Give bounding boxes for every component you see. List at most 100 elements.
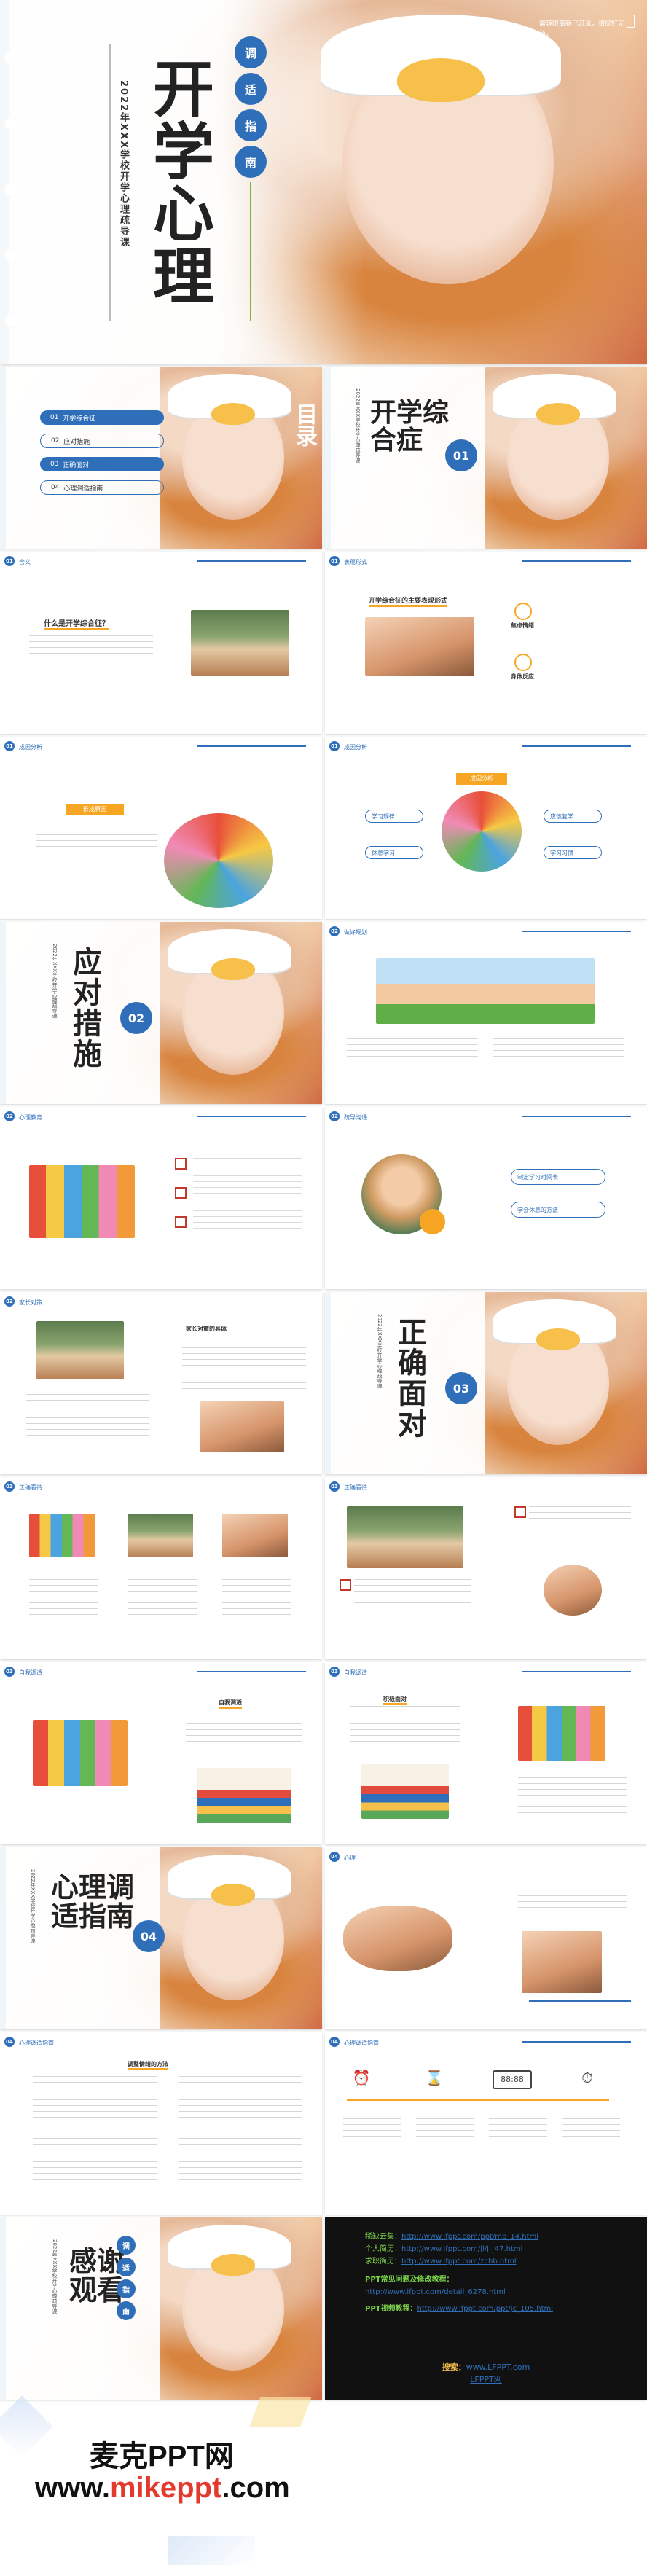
body-text bbox=[350, 1706, 460, 1742]
resource-line[interactable]: 个人简历：http://www.ifppt.com/jl/jl_47.html bbox=[365, 2243, 553, 2255]
hourglass-icon: ⌛ bbox=[425, 2069, 444, 2086]
content-slide-mind: 02 心理教育 bbox=[0, 1107, 322, 1289]
slide-index: 03 bbox=[4, 1667, 15, 1677]
toc-num: 03 bbox=[50, 461, 59, 468]
kids-circle-photo bbox=[442, 791, 522, 872]
accent-bar bbox=[347, 2099, 609, 2101]
toc-item[interactable]: 01 开学综合征 bbox=[40, 410, 164, 425]
header-line bbox=[197, 745, 306, 747]
content-slide-guide2: 04 心理调适指南 ⏰ ⌛ 88:88 ⏱ bbox=[325, 2032, 647, 2215]
cheering-kids-photo bbox=[29, 1165, 135, 1238]
toc-item[interactable]: 03 正确面对 bbox=[40, 457, 164, 471]
bird-beak bbox=[211, 2254, 255, 2276]
body-text bbox=[33, 2138, 157, 2182]
video-line[interactable]: PPT视频教程：http://www.ifppt.com/ppt/jc_105.… bbox=[365, 2303, 553, 2315]
header-line bbox=[522, 560, 631, 562]
slide-header: 成因分析 bbox=[19, 744, 42, 751]
section2-slide: 2022年XXX学校开学心理疏导课 应对措施 02 bbox=[0, 922, 322, 1104]
section-title: 心理调适指南 bbox=[51, 1871, 135, 1933]
tutorial-link[interactable]: http://www.ifppt.com/detail_6278.html bbox=[365, 2286, 553, 2298]
guide-box: 调整情绪的方法 bbox=[128, 2060, 168, 2070]
toc-item[interactable]: 02 应对措施 bbox=[40, 434, 164, 448]
list-head: 家长对策的具体 bbox=[186, 1326, 227, 1332]
search-block: 搜索：www.LFPPT.com LFPPT网 bbox=[325, 2362, 647, 2386]
slide-header: 做好规划 bbox=[344, 929, 367, 936]
checkbox-icon bbox=[514, 1506, 526, 1518]
body-text bbox=[493, 1038, 624, 1068]
bird-beak bbox=[211, 1884, 255, 1906]
section-title: 开学综合症 bbox=[370, 397, 450, 455]
slide-index: 01 bbox=[4, 556, 15, 566]
cover-bird-beak bbox=[397, 58, 485, 102]
cover-tag-dots: 调 适 指 南 bbox=[235, 36, 267, 178]
section-number: 02 bbox=[120, 1002, 152, 1034]
cover-title: 开学心理 bbox=[153, 53, 215, 313]
slide-index: 02 bbox=[4, 1296, 15, 1307]
content-slide-fit1: 03 自我调适 自我调适 bbox=[0, 1662, 322, 1844]
slide-header: 心理调适指南 bbox=[19, 2040, 54, 2046]
footer-site-url[interactable]: www.mikeppt.com bbox=[35, 2472, 290, 2505]
site-prefix: www. bbox=[35, 2472, 110, 2504]
content-slide-reason2: 01 成因分析 成因分析 学习规律 休息学习 应该复学 学习习惯 bbox=[325, 737, 647, 919]
content-slide-talk: 02 疏导沟通 制定学习时间表 学会休息的方法 bbox=[325, 1107, 647, 1289]
toc-num: 01 bbox=[50, 414, 59, 421]
content-slide-fit2: 03 自我调适 积极面对 bbox=[325, 1662, 647, 1844]
kids-photo bbox=[518, 1706, 605, 1761]
smiling-girl-photo bbox=[522, 1931, 602, 1993]
toc-num: 04 bbox=[51, 484, 60, 491]
bird-beak bbox=[211, 958, 255, 980]
slide-index: 01 bbox=[329, 556, 340, 566]
study-photo bbox=[222, 1514, 288, 1557]
footer-decor-right bbox=[249, 2397, 312, 2427]
body-text bbox=[529, 1506, 631, 1535]
slide-header: 表现形式 bbox=[344, 559, 367, 565]
slide-header: 心理 bbox=[344, 1855, 356, 1861]
smile-icon bbox=[514, 654, 532, 671]
body-text bbox=[33, 2076, 157, 2120]
classroom-hands-photo bbox=[347, 1506, 463, 1568]
boy-books-photo bbox=[197, 1768, 291, 1823]
body-text bbox=[347, 1038, 478, 1068]
footer-decor-bottom bbox=[168, 2536, 255, 2565]
content-slide-face: 03 正确看待 bbox=[0, 1477, 322, 1659]
kids-lawn-photo bbox=[376, 958, 595, 1024]
orange-dot bbox=[420, 1209, 445, 1234]
site-accent: mikeppt bbox=[109, 2472, 222, 2504]
header-line bbox=[522, 1671, 631, 1672]
resource-line[interactable]: 稀缺云集：http://www.ifppt.com/ppt/mb_14.html bbox=[365, 2231, 553, 2243]
reason-chip: 学习习惯 bbox=[544, 846, 602, 859]
brand-link[interactable]: LFPPT网 bbox=[325, 2374, 647, 2387]
cover-quote: 需转眼离新已开采，请提好先道。 bbox=[539, 20, 625, 39]
alarm-clock-icon: ⏰ bbox=[352, 2069, 371, 2086]
cover-divider bbox=[109, 44, 111, 321]
resource-line[interactable]: 求职简历：http://www.ifppt.com/zchb.html bbox=[365, 2255, 553, 2268]
checkbox-icon bbox=[340, 1579, 351, 1591]
talk-chip: 制定学习时间表 bbox=[511, 1169, 605, 1185]
body-text bbox=[36, 823, 157, 852]
content-slide-what: 01 含义 什么是开学综合征？ bbox=[0, 552, 322, 734]
section-number: 01 bbox=[445, 439, 477, 471]
slide-header: 自我调适 bbox=[19, 1669, 42, 1676]
body-text bbox=[26, 1394, 149, 1438]
header-line bbox=[197, 1116, 306, 1117]
kids-photo bbox=[29, 1514, 95, 1557]
search-link[interactable]: www.LFPPT.com bbox=[466, 2362, 530, 2372]
section-subtitle: 2022年XXX学校开学心理疏导课 bbox=[355, 388, 361, 463]
battery-icon bbox=[627, 15, 635, 28]
body-text bbox=[128, 1579, 197, 1616]
slide-index: 03 bbox=[329, 1667, 340, 1677]
body-text bbox=[179, 2076, 302, 2120]
resources-panel: 稀缺云集：http://www.ifppt.com/ppt/mb_14.html… bbox=[325, 2217, 647, 2400]
content-slide-reason1: 01 成因分析 形成原因 bbox=[0, 737, 322, 919]
body-text bbox=[343, 2113, 401, 2153]
slide-header: 疏导沟通 bbox=[344, 1114, 367, 1121]
toc-item[interactable]: 04 心理调适指南 bbox=[40, 480, 164, 495]
header-line bbox=[522, 2041, 631, 2043]
body-text bbox=[182, 1336, 306, 1394]
toc-num: 02 bbox=[51, 437, 60, 445]
section-subtitle: 2022年XXX学校开学心理疏导课 bbox=[52, 944, 58, 1019]
body-text bbox=[489, 2113, 547, 2153]
header-line bbox=[197, 560, 306, 562]
body-text bbox=[518, 1772, 627, 1815]
cartoon-student-image bbox=[544, 1565, 602, 1616]
